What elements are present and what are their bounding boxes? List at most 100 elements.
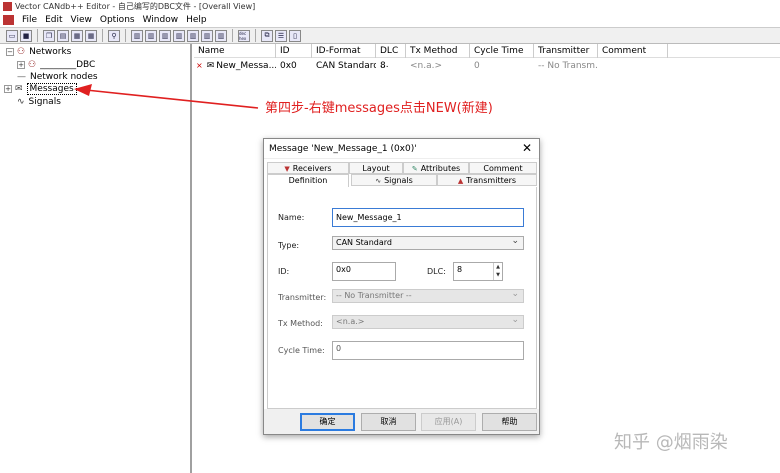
menu-options[interactable]: Options — [96, 15, 139, 25]
tx-method-label: Tx Method: — [278, 319, 323, 328]
tab-receivers[interactable]: ▼ Receivers — [267, 162, 349, 174]
tab-comment[interactable]: Comment — [469, 162, 537, 174]
tab-definition[interactable]: Definition — [267, 174, 349, 187]
transmitter-select: -- No Transmitter -- — [332, 288, 524, 303]
cascade-icon[interactable]: ⧉ — [261, 29, 273, 42]
spin-arrows-icon[interactable]: ▲ ▼ — [493, 263, 502, 280]
hex-icon[interactable]: dec hex — [238, 29, 250, 42]
cell-id-format: CAN Standard — [316, 61, 376, 71]
view-icon[interactable]: ▥ — [187, 29, 199, 42]
dialog-title: Message 'New_Message_1 (0x0)' — [269, 143, 417, 154]
name-label: Name: — [278, 213, 305, 222]
receiver-icon: ▼ — [284, 165, 290, 173]
dialog-tabs: ▼ Receivers Layout ✎ Attributes Comment De… — [267, 161, 537, 187]
annotation-text: 第四步-右键messages点击NEW(新建) — [265, 101, 493, 116]
menu-view[interactable]: View — [67, 15, 96, 25]
tab-label: Receivers — [292, 164, 332, 173]
copy-icon[interactable]: ❐ — [43, 29, 55, 42]
paste-icon[interactable]: ▤ — [57, 29, 69, 42]
column-header-comment[interactable]: Comment — [598, 44, 668, 58]
tile-horizontal-icon[interactable]: ☰ — [275, 29, 287, 42]
column-header-transmitter[interactable]: Transmitter — [534, 44, 598, 58]
tab-layout[interactable]: Layout — [349, 162, 403, 174]
envelope-icon: ✉ — [15, 84, 23, 94]
dlc-label: DLC: — [427, 267, 446, 276]
tab-label: Transmitters — [466, 176, 517, 185]
column-header-id-format[interactable]: ID-Format — [312, 44, 376, 58]
cycle-time-label: Cycle Time: — [278, 346, 325, 355]
type-label: Type: — [278, 241, 300, 250]
tree-label-messages: Messages — [26, 83, 77, 95]
ok-button[interactable]: 确定 — [300, 413, 355, 431]
disabled-tool-icon: ▦ — [85, 29, 97, 42]
definition-panel: Name: New_Message_1 Type: CAN Standard I… — [267, 187, 537, 409]
tree-item-dbc[interactable]: + ⚇ ________DBC — [17, 59, 95, 71]
grid-header: Name ID ID-Format DLC ... Tx Method Cycl… — [194, 44, 780, 70]
tile-vertical-icon[interactable]: ▯ — [289, 29, 301, 42]
cancel-button[interactable]: 取消 — [361, 413, 416, 431]
menu-window[interactable]: Window — [139, 15, 183, 25]
dlc-stepper[interactable]: 8 ▲ ▼ — [453, 262, 503, 281]
tab-label: Comment — [483, 164, 523, 173]
disabled-tool-icon: ▦ — [71, 29, 83, 42]
overall-view-tree: − ⚇ Networks + ⚇ ________DBC — Network n… — [0, 44, 192, 473]
name-field[interactable]: New_Message_1 — [332, 208, 524, 227]
network-icon: ⚇ — [28, 60, 37, 70]
help-button[interactable]: 帮助 — [482, 413, 537, 431]
menu-bar: File Edit View Options Window Help — [0, 13, 780, 27]
menu-file[interactable]: File — [18, 15, 41, 25]
toolbar-separator — [232, 29, 233, 42]
toolbar-separator — [37, 29, 38, 42]
open-icon[interactable]: ▭ — [6, 29, 18, 42]
expand-icon[interactable]: + — [4, 85, 12, 93]
view-icon[interactable]: ▥ — [131, 29, 143, 42]
cell-transmitter: -- No Transm... — [538, 61, 598, 71]
tx-method-select: <n.a.> — [332, 314, 524, 329]
transmitter-icon: ▲ — [457, 177, 464, 185]
tab-signals[interactable]: ∿ Signals — [351, 174, 437, 186]
column-header-cycle-time[interactable]: Cycle Time — [470, 44, 534, 58]
find-icon[interactable]: ⚲ — [108, 29, 120, 42]
watermark: 知乎 @烟雨染 — [614, 432, 728, 453]
view-icon[interactable]: ▥ — [145, 29, 157, 42]
view-icon[interactable]: ▥ — [159, 29, 171, 42]
toolbar-separator — [255, 29, 256, 42]
cell-dlc: 8 — [380, 61, 386, 71]
tab-label: Definition — [288, 176, 328, 185]
tree-item-network-nodes[interactable]: — Network nodes — [17, 71, 98, 83]
id-field[interactable]: 0x0 — [332, 262, 396, 281]
tree-item-signals[interactable]: ∿ Signals — [17, 96, 61, 108]
tab-attributes[interactable]: ✎ Attributes — [403, 162, 469, 174]
tab-label: Signals — [384, 176, 413, 185]
expand-icon[interactable]: + — [17, 61, 25, 69]
type-select[interactable]: CAN Standard — [332, 235, 524, 250]
id-label: ID: — [278, 267, 290, 276]
menu-edit[interactable]: Edit — [41, 15, 66, 25]
cell-comment — [598, 59, 668, 73]
view-icon[interactable]: ▥ — [215, 29, 227, 42]
tab-label: Layout — [362, 164, 390, 173]
collapse-icon[interactable]: − — [6, 48, 14, 56]
table-row[interactable]: × ✉ New_Messa... 0x0 CAN Standard 8 <n.a.>… — [194, 59, 780, 73]
column-header-tx-method[interactable]: Tx Method — [406, 44, 470, 58]
tree-label-networks: Networks — [29, 47, 72, 57]
close-icon[interactable]: ✕ — [520, 141, 534, 155]
view-icon[interactable]: ▥ — [201, 29, 213, 42]
envelope-icon: ✉ — [206, 61, 215, 71]
column-header-id[interactable]: ID — [276, 44, 312, 58]
tree-item-messages[interactable]: + ✉ Messages — [4, 83, 77, 95]
app-icon — [3, 2, 12, 11]
save-icon[interactable]: ■ — [20, 29, 32, 42]
title-bar: Vector CANdb++ Editor - 自己编写的DBC文件 - [Ov… — [0, 0, 780, 13]
menu-help[interactable]: Help — [182, 15, 211, 25]
view-icon[interactable]: ▥ — [173, 29, 185, 42]
column-header-dlc[interactable]: DLC ... — [376, 44, 406, 70]
toolbar-separator — [102, 29, 103, 42]
tab-transmitters[interactable]: ▲ Transmitters — [437, 174, 537, 186]
tree-item-networks[interactable]: − ⚇ Networks — [6, 46, 71, 58]
column-header-name[interactable]: Name — [194, 44, 276, 58]
tab-label: Attributes — [420, 164, 461, 173]
apply-button: 应用(A) — [421, 413, 476, 431]
toolbar-separator — [125, 29, 126, 42]
document-icon[interactable] — [3, 15, 14, 25]
